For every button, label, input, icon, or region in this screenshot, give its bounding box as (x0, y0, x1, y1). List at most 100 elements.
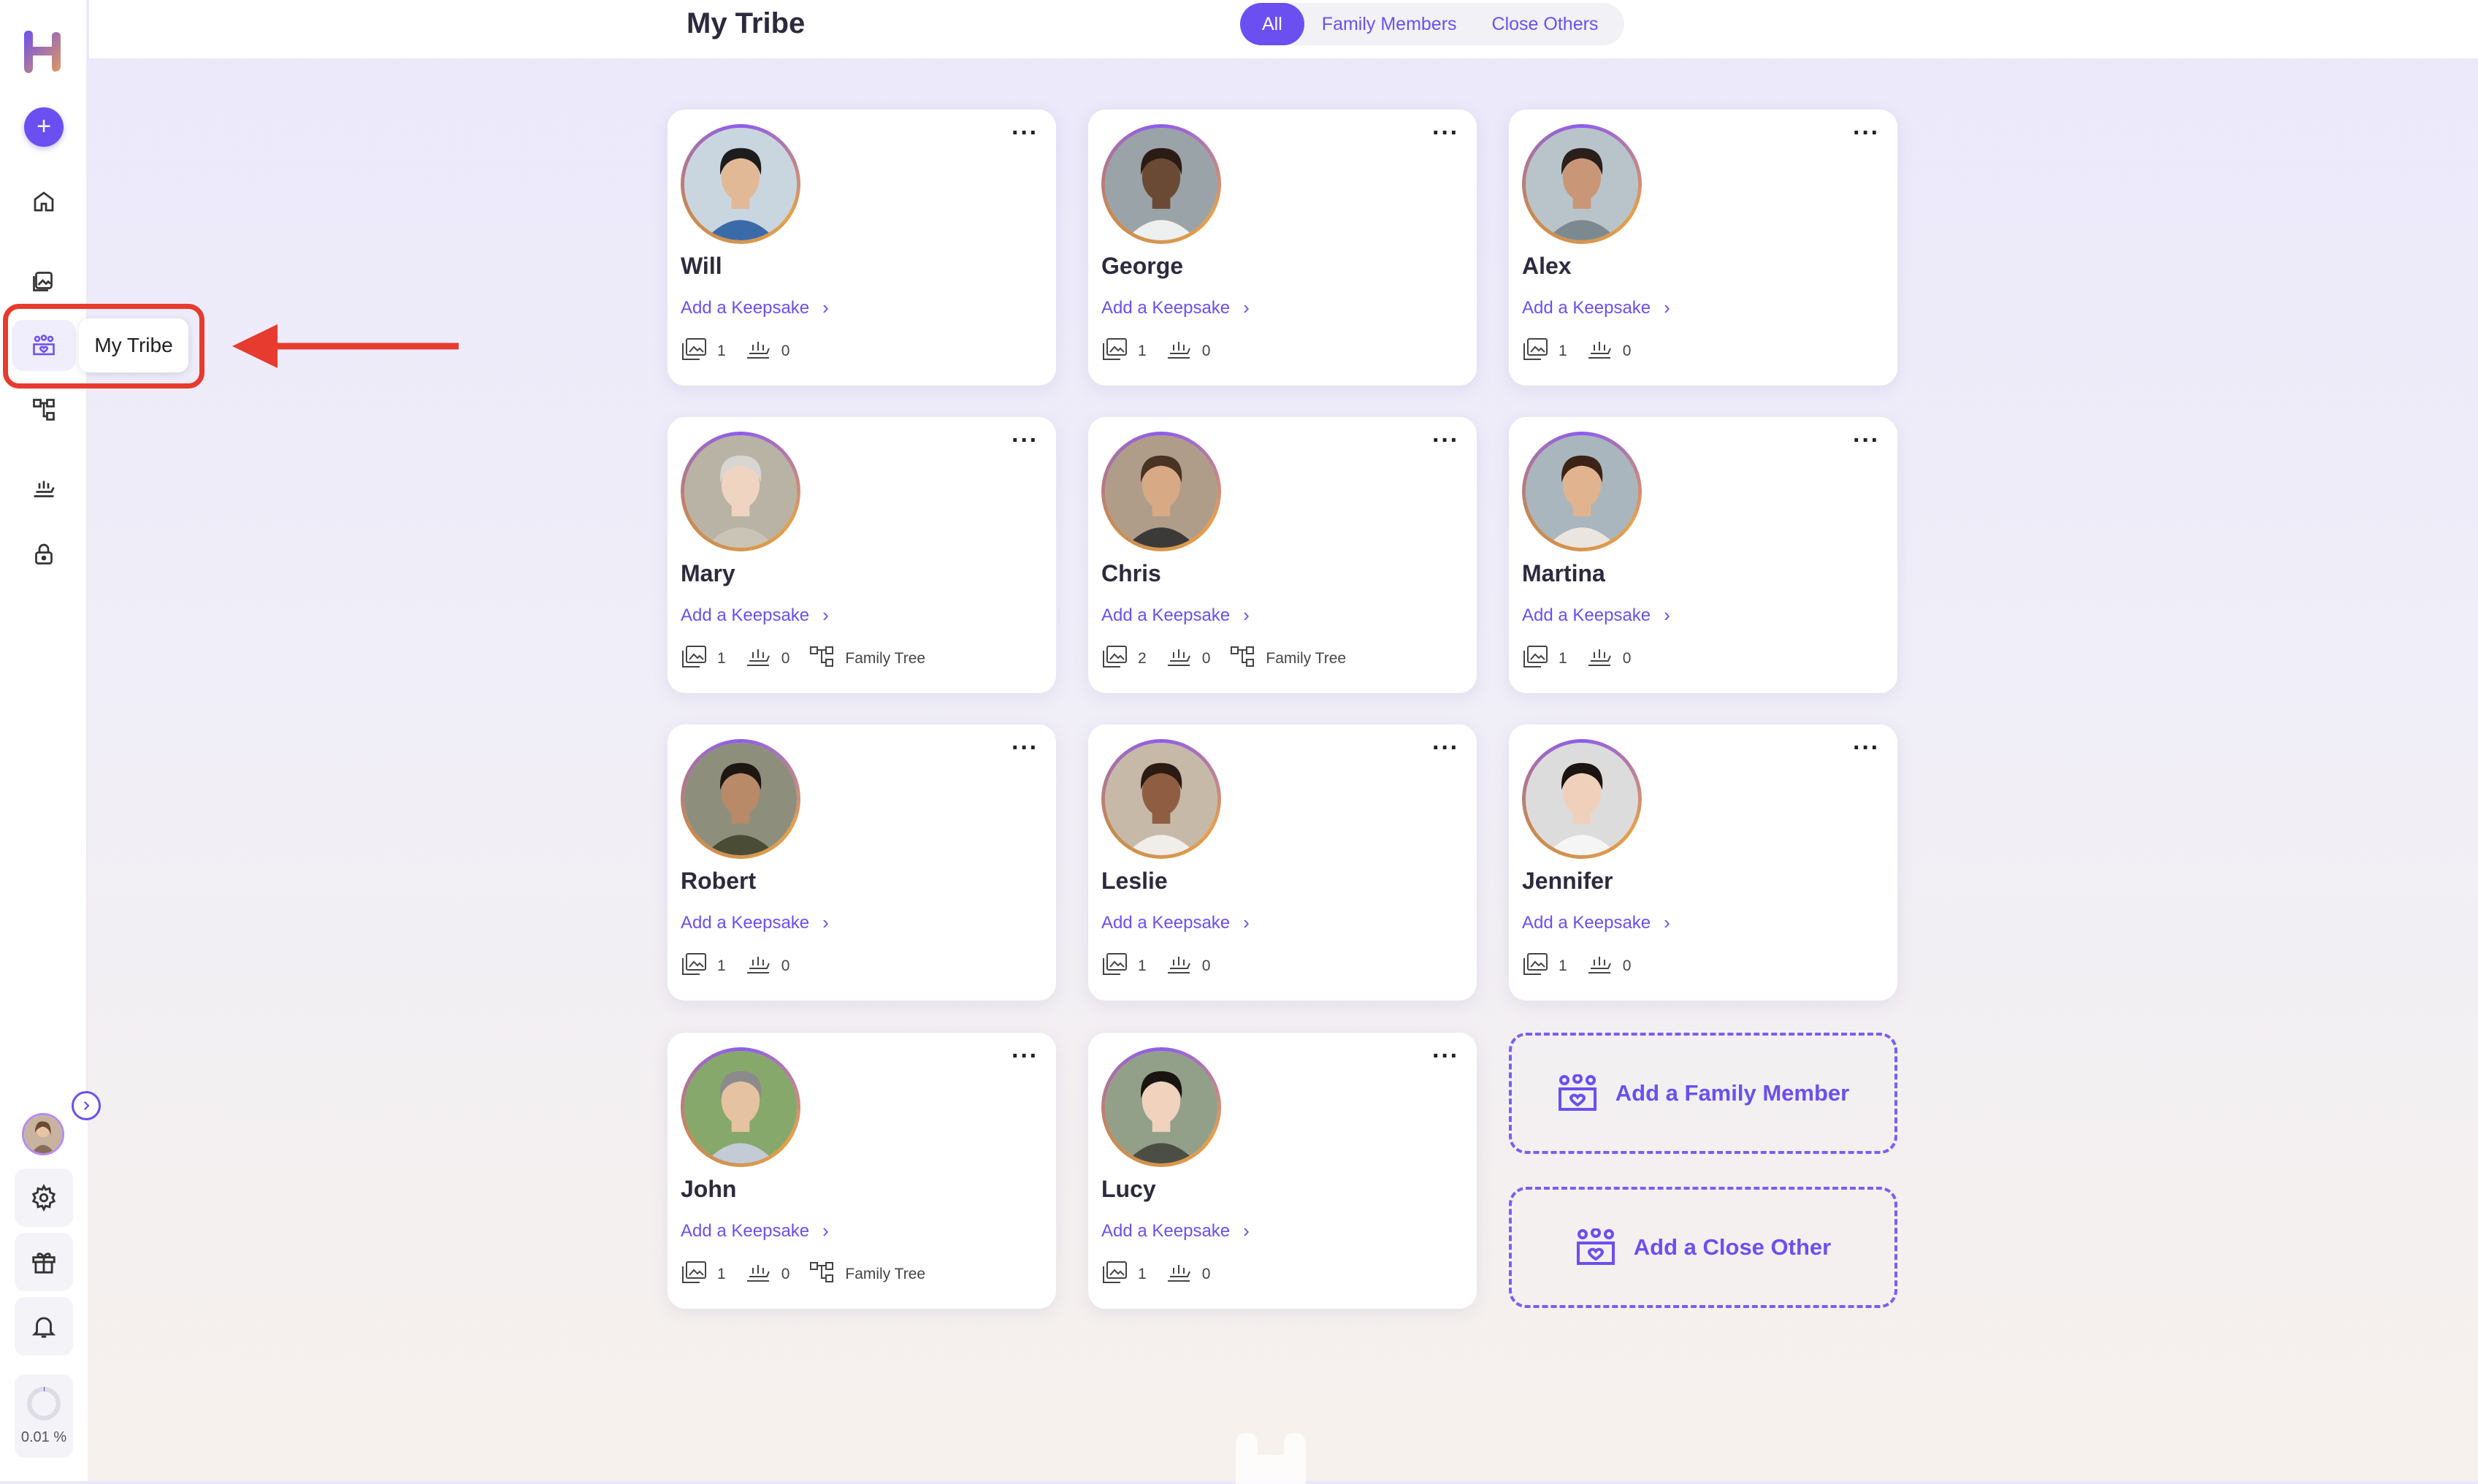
app-logo-icon[interactable] (20, 31, 66, 73)
gift-button[interactable] (15, 1233, 73, 1291)
member-name: Jennifer (1522, 868, 1613, 894)
add-keepsake-link[interactable]: Add a Keepsake › (1101, 604, 1250, 627)
add-keepsake-link[interactable]: Add a Keepsake › (1101, 911, 1250, 934)
member-avatar[interactable] (1522, 124, 1642, 244)
member-stats: 1 0 Family Tree (681, 1261, 944, 1288)
stories-icon (745, 952, 781, 980)
member-card[interactable]: ··· Will Add a Keepsake › 1 0 (668, 110, 1056, 386)
member-card[interactable]: ··· Mary Add a Keepsake › 1 0 Family Tre… (668, 417, 1056, 693)
watermark-logo-icon (1236, 1433, 1306, 1484)
more-options-icon[interactable]: ··· (1012, 121, 1039, 145)
photo-count: 2 (1101, 645, 1147, 673)
family-tree-link[interactable]: Family Tree (808, 1261, 925, 1288)
story-count: 0 (1586, 952, 1631, 980)
add-keepsake-link[interactable]: Add a Keepsake › (681, 911, 829, 934)
add-keepsake-label: Add a Keepsake (1522, 912, 1651, 933)
more-options-icon[interactable]: ··· (1012, 428, 1039, 453)
add-keepsake-link[interactable]: Add a Keepsake › (681, 297, 829, 319)
filter-tab-close-others[interactable]: Close Others (1475, 3, 1616, 45)
add-keepsake-label: Add a Keepsake (1101, 297, 1231, 318)
member-card[interactable]: ··· Lucy Add a Keepsake › 1 0 (1088, 1033, 1477, 1309)
add-keepsake-link[interactable]: Add a Keepsake › (1522, 911, 1670, 934)
add-close-other-label: Add a Close Other (1633, 1234, 1832, 1260)
stories-icon (745, 337, 781, 365)
member-name: Will (681, 253, 722, 279)
more-options-icon[interactable]: ··· (1853, 121, 1880, 145)
member-card[interactable]: ··· John Add a Keepsake › 1 0 Family Tre… (668, 1033, 1056, 1309)
home-icon[interactable] (26, 184, 61, 219)
create-button[interactable]: + (24, 107, 64, 147)
more-options-icon[interactable]: ··· (1012, 1044, 1039, 1068)
notifications-button[interactable] (15, 1297, 73, 1355)
family-tree-label: Family Tree (845, 1266, 926, 1282)
more-options-icon[interactable]: ··· (1432, 121, 1459, 145)
add-keepsake-link[interactable]: Add a Keepsake › (1522, 297, 1670, 319)
settings-button[interactable] (15, 1169, 73, 1227)
member-card[interactable]: ··· Robert Add a Keepsake › 1 0 (668, 724, 1056, 1001)
add-keepsake-link[interactable]: Add a Keepsake › (1101, 1220, 1250, 1242)
story-count: 0 (745, 337, 789, 365)
photo-count-value: 1 (1559, 957, 1567, 974)
member-card[interactable]: ··· Jennifer Add a Keepsake › 1 0 (1509, 724, 1897, 1001)
more-options-icon[interactable]: ··· (1432, 735, 1459, 760)
member-name: Alex (1522, 253, 1572, 279)
filter-tab-family-members[interactable]: Family Members (1304, 3, 1475, 45)
member-avatar[interactable] (681, 432, 800, 551)
story-count: 0 (1166, 645, 1210, 673)
member-avatar[interactable] (681, 1047, 800, 1167)
family-tree-link[interactable]: Family Tree (1229, 645, 1346, 673)
member-card[interactable]: ··· Martina Add a Keepsake › 1 0 (1509, 417, 1897, 693)
family-tree-label: Family Tree (1266, 650, 1347, 667)
story-count: 0 (745, 645, 789, 673)
member-avatar[interactable] (681, 739, 800, 859)
add-keepsake-link[interactable]: Add a Keepsake › (1101, 297, 1250, 319)
stories-icon (1166, 337, 1202, 365)
storage-usage[interactable]: 0.01 % (15, 1374, 73, 1458)
photo-count: 1 (1522, 337, 1567, 365)
family-tree-link[interactable]: Family Tree (808, 645, 925, 673)
more-options-icon[interactable]: ··· (1012, 735, 1039, 760)
member-avatar[interactable] (1101, 739, 1221, 859)
member-avatar[interactable] (1522, 432, 1642, 551)
more-options-icon[interactable]: ··· (1432, 1044, 1459, 1068)
member-card[interactable]: ··· Chris Add a Keepsake › 2 0 Family Tr… (1088, 417, 1477, 693)
sidebar-expand-button[interactable] (72, 1091, 101, 1120)
member-card[interactable]: ··· Leslie Add a Keepsake › 1 0 (1088, 724, 1477, 1001)
story-count: 0 (1586, 645, 1631, 673)
member-avatar[interactable] (1101, 1047, 1221, 1167)
stories-icon (1166, 952, 1202, 980)
add-family-member-button[interactable]: Add a Family Member (1509, 1033, 1897, 1154)
photos-icon (1101, 337, 1138, 365)
member-card[interactable]: ··· George Add a Keepsake › 1 0 (1088, 110, 1477, 386)
member-name: Leslie (1101, 868, 1168, 894)
photos-icon (681, 645, 717, 673)
highlight-annotation (3, 304, 204, 389)
story-count: 0 (1166, 1261, 1210, 1288)
member-card[interactable]: ··· Alex Add a Keepsake › 1 0 (1509, 110, 1897, 386)
member-avatar[interactable] (1101, 432, 1221, 551)
gallery-icon[interactable] (26, 263, 61, 298)
member-avatar[interactable] (681, 124, 800, 244)
more-options-icon[interactable]: ··· (1853, 735, 1880, 760)
add-keepsake-link[interactable]: Add a Keepsake › (681, 604, 829, 627)
family-tree-icon[interactable] (26, 392, 61, 427)
member-stats: 1 0 (1101, 337, 1229, 365)
photo-count: 1 (1522, 645, 1567, 673)
more-options-icon[interactable]: ··· (1853, 428, 1880, 453)
more-options-icon[interactable]: ··· (1432, 428, 1459, 453)
stories-icon[interactable] (26, 471, 61, 506)
lock-icon[interactable] (26, 536, 61, 571)
add-keepsake-link[interactable]: Add a Keepsake › (1522, 604, 1670, 627)
add-close-other-button[interactable]: Add a Close Other (1509, 1187, 1897, 1308)
add-keepsake-link[interactable]: Add a Keepsake › (681, 1220, 829, 1242)
user-avatar[interactable] (22, 1113, 64, 1155)
family-tree-icon (808, 645, 845, 673)
filter-tab-all[interactable]: All (1240, 3, 1304, 45)
filter-tabs: All Family Members Close Others (1240, 3, 1624, 45)
member-stats: 2 0 Family Tree (1101, 645, 1365, 673)
chevron-right-icon: › (1243, 604, 1250, 626)
member-avatar[interactable] (1101, 124, 1221, 244)
member-avatar[interactable] (1522, 739, 1642, 859)
member-stats: 1 0 (1101, 952, 1229, 980)
photo-count-value: 1 (1138, 343, 1147, 359)
